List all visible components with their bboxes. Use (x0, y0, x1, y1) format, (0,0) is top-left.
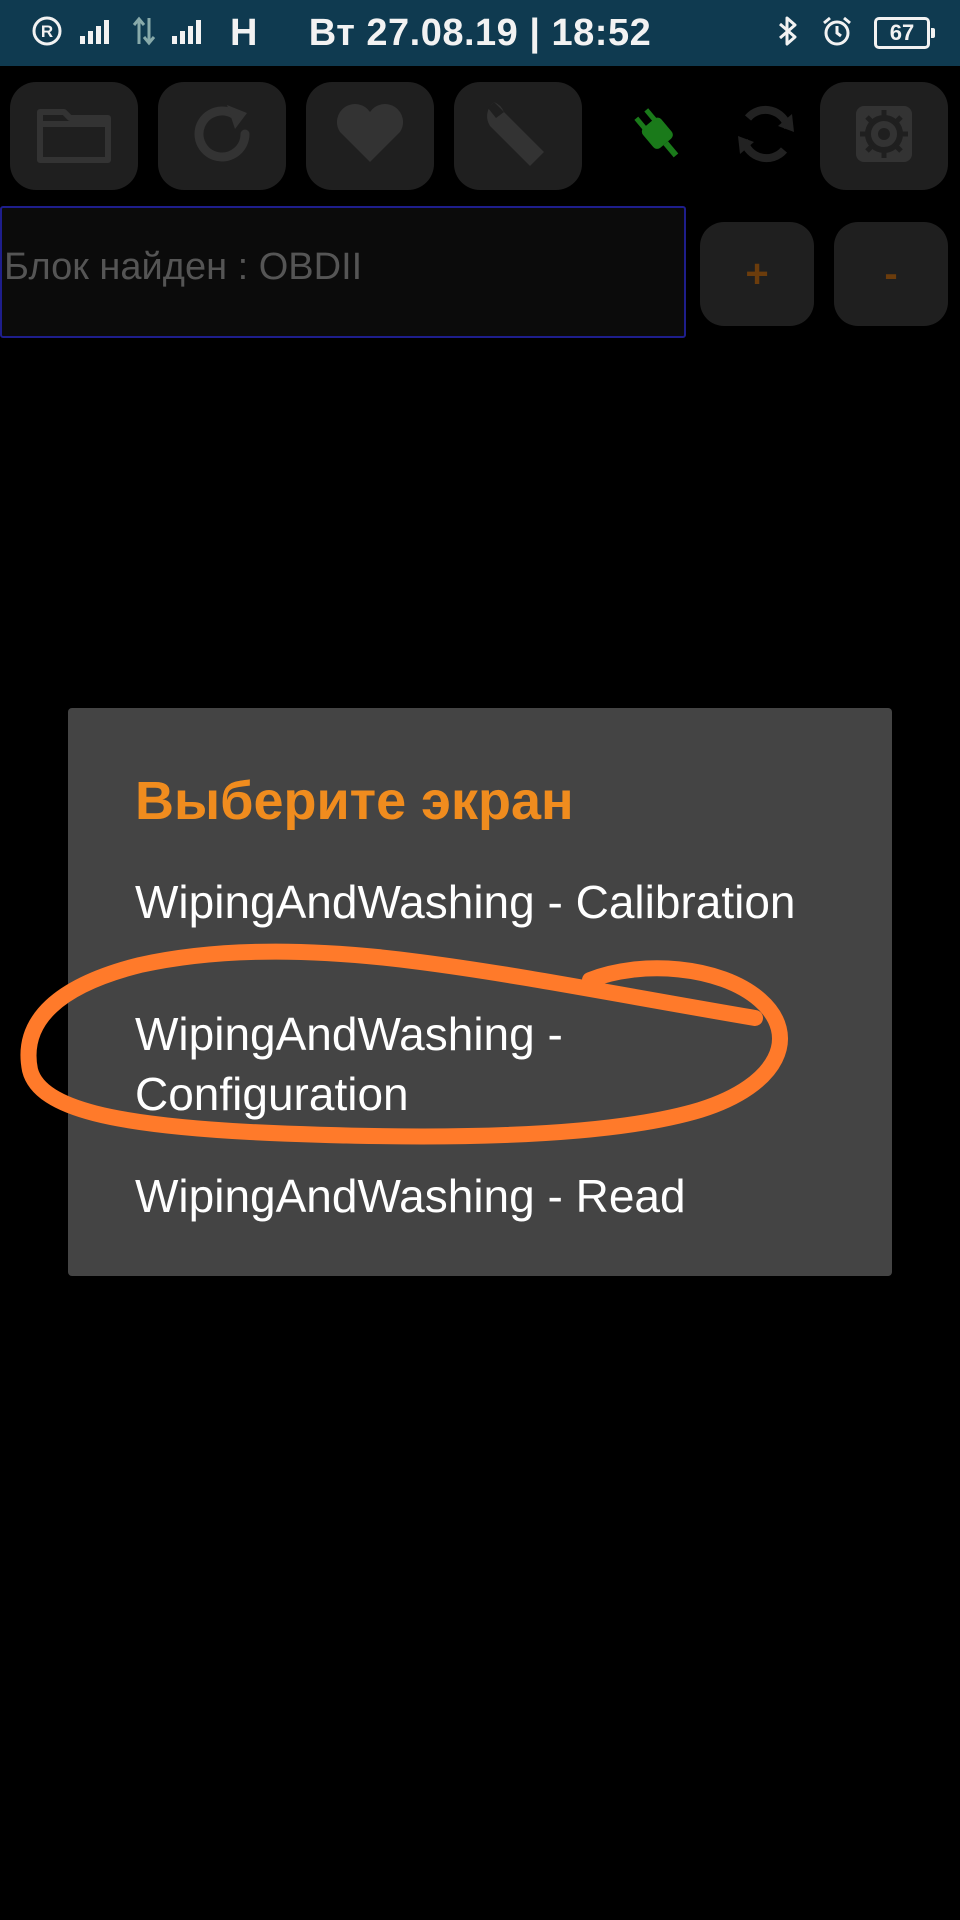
heart-icon (334, 102, 406, 171)
settings-button[interactable] (820, 82, 948, 190)
dialog-title: Выберите экран (135, 771, 574, 831)
ecu-status-text: Блок найден : OBDII (4, 246, 363, 288)
reload-button[interactable] (158, 82, 286, 190)
minus-button[interactable]: - (834, 222, 948, 326)
sync-icon (730, 98, 802, 175)
status-right: 67 (776, 0, 935, 66)
favorites-button[interactable] (306, 82, 434, 190)
gear-icon (848, 98, 920, 175)
dialog-item-configuration[interactable]: WipingAndWashing - Configuration (135, 1004, 835, 1124)
sync-button[interactable] (702, 82, 830, 190)
open-file-button[interactable] (10, 82, 138, 190)
dialog-item-calibration[interactable]: WipingAndWashing - Calibration (135, 872, 835, 932)
plus-button[interactable]: + (700, 222, 814, 326)
bluetooth-icon (776, 14, 800, 53)
ecu-status-box: Блок найден : OBDII (0, 206, 686, 338)
tools-button[interactable] (454, 82, 582, 190)
app-screen: R H Вт 27.08.19 | 18:52 67 Блок найден:… (0, 0, 960, 1920)
folder-icon (36, 104, 112, 169)
refresh-icon (187, 99, 257, 174)
battery-indicator: 67 (874, 17, 935, 49)
plug-icon (622, 98, 694, 175)
wrench-icon (480, 96, 556, 177)
dialog-item-read[interactable]: WipingAndWashing - Read (135, 1166, 835, 1226)
status-bar: R H Вт 27.08.19 | 18:52 67 (0, 0, 960, 66)
screen-select-dialog: Выберите экран WipingAndWashing - Calibr… (68, 708, 892, 1276)
alarm-icon (820, 14, 854, 53)
